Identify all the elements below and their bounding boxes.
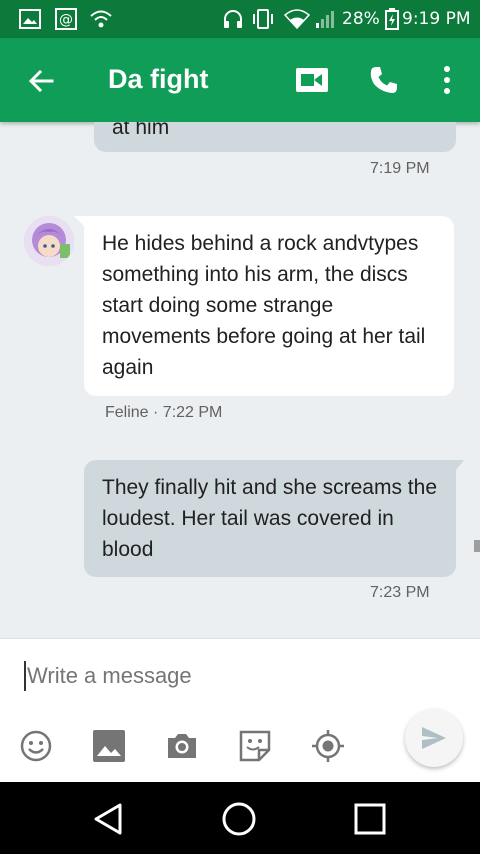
- sticker-icon[interactable]: [238, 729, 272, 763]
- message-list[interactable]: at him 7:19 PM He hides behind a rock an…: [0, 122, 480, 638]
- vibrate-icon: [253, 9, 273, 29]
- signal-icon: [316, 11, 334, 28]
- wifi-icon: [284, 9, 310, 30]
- outgoing-message[interactable]: They finally hit and she screams the lou…: [84, 460, 456, 577]
- message-input[interactable]: [24, 661, 384, 691]
- location-icon[interactable]: [311, 729, 345, 763]
- outgoing-message[interactable]: at him: [94, 122, 456, 152]
- bubble-tail: [456, 460, 464, 470]
- status-bar: @ 28% 9:19 PM: [0, 0, 480, 38]
- image-icon: [19, 9, 41, 29]
- home-circle-icon[interactable]: [220, 800, 258, 838]
- back-triangle-icon[interactable]: [90, 800, 128, 838]
- svg-text:@: @: [59, 12, 73, 28]
- send-icon: [422, 727, 446, 749]
- conversation-title: Da fight: [108, 64, 209, 94]
- at-icon: @: [55, 8, 77, 30]
- battery-charging-icon: [385, 8, 399, 30]
- gallery-icon[interactable]: [92, 729, 126, 763]
- emoji-icon[interactable]: [19, 729, 53, 763]
- more-vert-icon[interactable]: [436, 64, 458, 96]
- compose-area: [0, 638, 480, 782]
- recents-square-icon[interactable]: [351, 800, 389, 838]
- avatar-image-icon: [24, 216, 74, 266]
- app-bar: Da fight: [0, 38, 480, 122]
- back-arrow-icon[interactable]: [26, 66, 56, 96]
- battery-percent: 28%: [342, 9, 380, 29]
- message-text: at him: [112, 122, 170, 139]
- headset-icon: [224, 10, 242, 28]
- message-time: 7:19 PM: [370, 160, 430, 177]
- phone-icon[interactable]: [368, 64, 400, 96]
- status-time: 9:19 PM: [402, 9, 471, 29]
- scrollbar-thumb[interactable]: [474, 540, 480, 552]
- avatar[interactable]: [24, 216, 74, 266]
- send-button[interactable]: [405, 709, 463, 767]
- message-text: They finally hit and she screams the lou…: [102, 476, 437, 561]
- video-call-icon[interactable]: [295, 67, 329, 93]
- message-sender-time: Feline · 7:22 PM: [105, 404, 223, 421]
- incoming-message[interactable]: He hides behind a rock andvtypes somethi…: [84, 216, 454, 396]
- message-text: He hides behind a rock andvtypes somethi…: [102, 232, 426, 379]
- camera-icon[interactable]: [165, 729, 199, 763]
- wifi-call-icon: [90, 10, 112, 28]
- system-nav-bar: [0, 782, 480, 854]
- message-time: 7:23 PM: [370, 584, 430, 601]
